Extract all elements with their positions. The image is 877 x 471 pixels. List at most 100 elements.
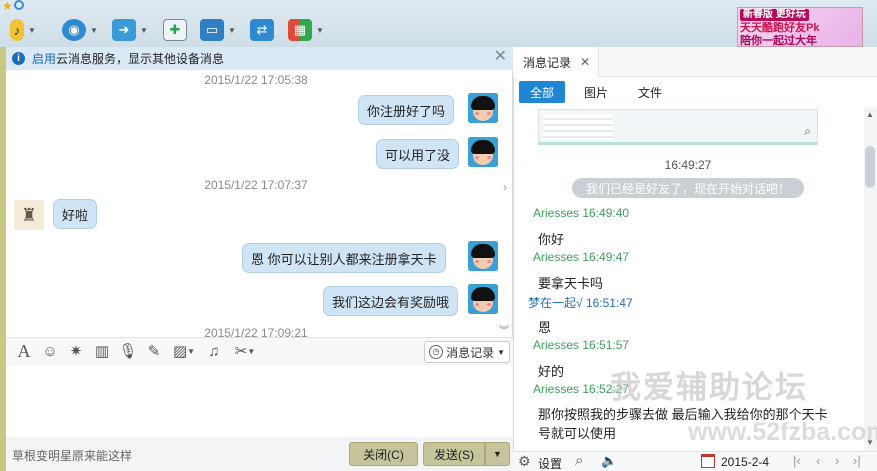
entry-text: 你好	[538, 232, 565, 247]
filter-all[interactable]: 全部	[519, 81, 566, 103]
apps-button[interactable]: ▦ ▼	[288, 17, 324, 43]
entry-header: Ariesses 16:49:47	[533, 250, 629, 264]
system-message: 我们已经是好友了，现在开始对话吧！	[572, 178, 804, 198]
create-group-button[interactable]: ✚	[163, 17, 187, 43]
entry-time: 16:49:40	[582, 206, 630, 220]
video-call-button[interactable]: ◉ ▼	[62, 17, 98, 43]
message-timestamp: 2015/1/22 17:09:21	[204, 326, 308, 337]
next-page-icon[interactable]: ›	[835, 453, 839, 468]
close-button[interactable]: 关闭(C)	[349, 442, 418, 466]
image-thumbnail[interactable]: ⌕	[538, 109, 818, 145]
chat-footer: 草根变明星原来能这样 关闭(C) 发送(S) ▼	[6, 437, 513, 471]
entry-time: 16:51:47	[585, 296, 633, 310]
watermark-url: www.52fzba.com	[688, 418, 877, 446]
my-avatar[interactable]	[468, 241, 498, 271]
search-icon[interactable]: ⌕	[575, 452, 583, 469]
chevron-down-icon: ▼	[497, 347, 505, 357]
entry-text: 要拿天卡吗	[538, 276, 604, 291]
screen-share-icon: ▭	[200, 19, 224, 41]
message-input[interactable]	[6, 365, 513, 437]
chevron-down-icon[interactable]: ▼	[28, 26, 36, 35]
message-bubble-outgoing[interactable]: 我们这边会有奖励哦	[323, 286, 459, 316]
sender-name: Ariesses	[533, 206, 580, 220]
file-transfer-button[interactable]: ➜ ▼	[112, 17, 148, 43]
first-page-icon[interactable]: |‹	[793, 453, 801, 468]
voice-message-icon[interactable]: 🎙	[118, 342, 137, 360]
shake-icon[interactable]: ✷	[67, 342, 85, 360]
folder-transfer-icon: ➜	[112, 19, 136, 41]
ad-banner[interactable]: 新春版 更好玩 天天酷跑好友Pk 陪你一起过大年	[737, 7, 863, 47]
banner-line2: 天天酷跑好友Pk	[740, 22, 820, 34]
video-icon: ◉	[62, 19, 86, 41]
edit-icon[interactable]: ✎	[145, 342, 163, 360]
prev-page-icon[interactable]: ‹	[816, 453, 820, 468]
send-options-button[interactable]: ▼	[485, 442, 510, 466]
star-icon: ★	[2, 0, 13, 13]
filter-images[interactable]: 图片	[573, 81, 619, 103]
zoom-icon[interactable]: ⌕	[804, 124, 811, 139]
settings-label[interactable]: 设置	[538, 455, 562, 471]
image-icon[interactable]: ▨ ▼	[171, 342, 197, 360]
close-icon[interactable]: ✕	[580, 55, 590, 69]
chevron-down-icon[interactable]: ▼	[140, 26, 148, 35]
sender-name: Ariesses	[533, 382, 580, 396]
chevron-down-icon[interactable]: ▼	[90, 26, 98, 35]
notice-text: 云消息服务，显示其他设备消息	[56, 52, 225, 66]
my-avatar[interactable]	[468, 284, 498, 314]
date-label[interactable]: 2015-2-4	[721, 455, 769, 469]
font-icon[interactable]: A	[15, 341, 33, 361]
emoji-icon[interactable]: ☺	[41, 342, 59, 360]
tab-message-history[interactable]: 消息记录 ✕	[513, 47, 599, 77]
apps-grid-icon: ▦	[288, 19, 312, 41]
filter-files[interactable]: 文件	[627, 81, 673, 103]
input-toolbar: A ☺ ✷ ▥ 🎙 ✎ ▨ ▼ ♫ ✂ ▼ ◷ 消息记录 ▼	[6, 337, 513, 365]
microphone-button[interactable]: ♪ ▼	[10, 17, 36, 43]
entry-text: 恩	[538, 320, 552, 335]
history-bottom-bar: ⚙ 设置 ⌕ 🔈 2015-2-4 |‹ ‹ › ›|	[513, 451, 877, 471]
scroll-down-icon[interactable]: ︾	[499, 322, 509, 337]
banner-line3: 陪你一起过大年	[740, 35, 817, 47]
scrollbar-thumb[interactable]	[865, 146, 875, 188]
scroll-up-icon[interactable]: ▲	[866, 110, 874, 119]
tab-label: 消息记录	[523, 55, 572, 70]
my-avatar[interactable]	[468, 93, 498, 123]
music-icon[interactable]: ♫	[205, 342, 223, 360]
ad-hint-link[interactable]: 草根变明星原来能这样	[12, 447, 132, 464]
gear-icon[interactable]: ⚙	[518, 453, 531, 470]
message-bubble-outgoing[interactable]: 可以用了没	[376, 139, 460, 169]
history-tab-bar: 消息记录 ✕	[513, 47, 877, 77]
entry-time: 16:49:47	[582, 250, 630, 264]
remote-assist-icon: ⇄	[250, 19, 274, 41]
enable-link[interactable]: 启用	[32, 50, 56, 67]
my-avatar[interactable]	[468, 137, 498, 167]
last-page-icon[interactable]: ›|	[853, 453, 861, 468]
friend-avatar[interactable]: ♜	[14, 200, 44, 230]
remote-assist-button[interactable]: ⇄	[250, 17, 274, 43]
chevron-down-icon[interactable]: ▼	[228, 26, 236, 35]
qq-logo-icon	[14, 0, 24, 10]
sender-name: Ariesses	[533, 338, 580, 352]
banner-line1: 新春版 更好玩	[740, 9, 809, 21]
message-history-button[interactable]: ◷ 消息记录 ▼	[424, 341, 510, 363]
add-chat-icon: ✚	[163, 19, 187, 41]
chevron-down-icon[interactable]: ▼	[316, 26, 324, 35]
screen-share-button[interactable]: ▭ ▼	[200, 17, 236, 43]
entry-text: 好的	[538, 364, 565, 379]
message-bubble-incoming[interactable]: 好啦	[53, 199, 98, 229]
gif-icon[interactable]: ▥	[93, 342, 111, 360]
entry-header: Ariesses 16:49:40	[533, 206, 629, 220]
microphone-icon: ♪	[10, 19, 24, 41]
message-bubble-outgoing[interactable]: 你注册好了吗	[358, 95, 455, 125]
entry-time: 16:51:57	[582, 338, 630, 352]
message-timestamp: 2015/1/22 17:05:38	[204, 73, 308, 87]
close-icon[interactable]: ✕	[494, 49, 507, 65]
watermark-title: 我爱辅助论坛	[610, 370, 808, 405]
send-button[interactable]: 发送(S)	[423, 442, 485, 466]
message-bubble-outgoing[interactable]: 恩 你可以让别人都来注册拿天卡	[242, 243, 446, 273]
chevron-down-icon: ▼	[493, 449, 502, 459]
screenshot-icon[interactable]: ✂ ▼	[231, 342, 259, 360]
calendar-icon[interactable]	[701, 454, 715, 468]
history-filter-bar: 全部 图片 文件	[513, 77, 877, 107]
speaker-icon[interactable]: 🔈	[601, 453, 617, 469]
collapse-panel-icon[interactable]: ›	[503, 180, 507, 194]
